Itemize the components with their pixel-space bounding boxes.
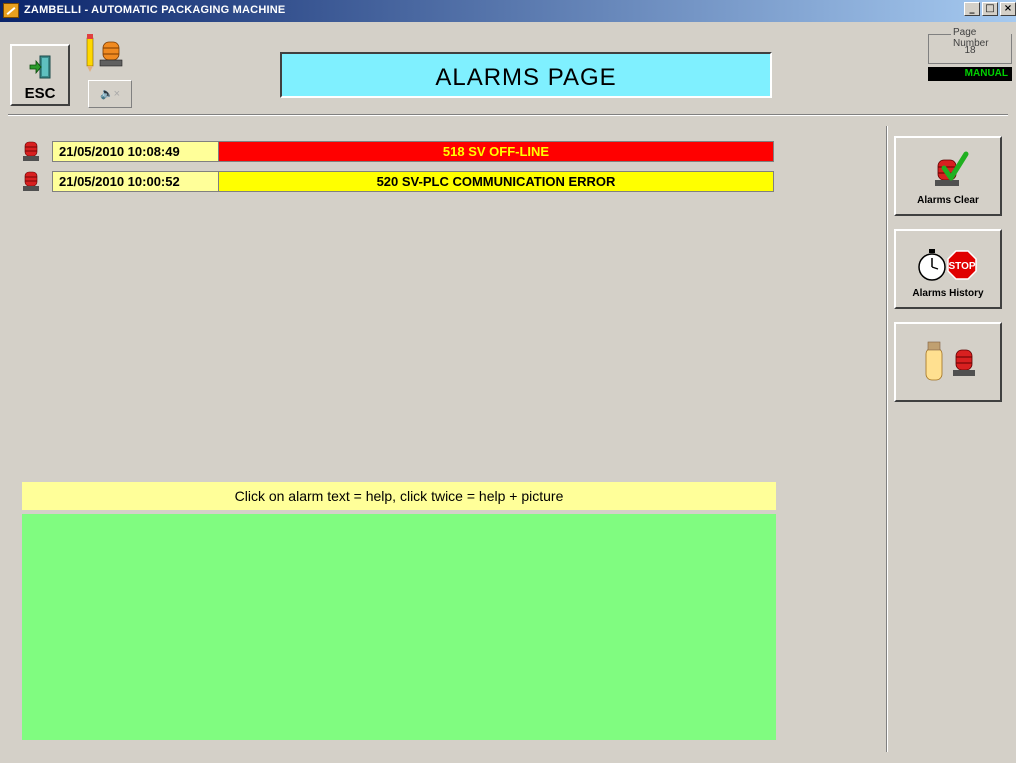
stopwatch-stop-icon: STOP <box>918 249 977 281</box>
page-title-panel: ALARMS PAGE <box>280 52 772 98</box>
sidebar-divider <box>886 126 888 752</box>
header-divider <box>8 114 1008 116</box>
beacon-check-icon <box>935 151 969 186</box>
window-controls: _ □ × <box>964 2 1016 16</box>
help-instructions: Click on alarm text = help, click twice … <box>22 482 776 510</box>
stop-sign-text: STOP <box>948 261 975 272</box>
minimize-button[interactable]: _ <box>964 2 980 16</box>
maximize-button[interactable]: □ <box>982 2 998 16</box>
speaker-mute-icon: 🔈× <box>99 88 121 100</box>
alarm-row[interactable]: 21/05/2010 10:00:52 520 SV-PLC COMMUNICA… <box>22 170 776 192</box>
alarm-text[interactable]: 518 SV OFF-LINE <box>218 141 774 162</box>
mute-alarm-button[interactable]: 🔈× <box>88 80 132 108</box>
window-title: ZAMBELLI - AUTOMATIC PACKAGING MACHINE <box>24 4 286 16</box>
alarms-history-label: Alarms History <box>912 288 984 299</box>
exit-door-icon <box>29 55 51 79</box>
alarm-row[interactable]: 21/05/2010 10:08:49 518 SV OFF-LINE <box>22 140 776 162</box>
alarms-history-button[interactable]: STOP Alarms History <box>894 229 1002 309</box>
operator-alarm-button[interactable] <box>894 322 1002 402</box>
mode-badge: MANUAL <box>928 67 1012 81</box>
alarms-clear-label: Alarms Clear <box>917 195 979 206</box>
page-number-value: 18 <box>964 45 976 56</box>
page-title: ALARMS PAGE <box>435 64 617 91</box>
alarms-clear-button[interactable]: Alarms Clear <box>894 136 1002 216</box>
operator-beacon-icon <box>925 341 975 381</box>
title-bar: ZAMBELLI - AUTOMATIC PACKAGING MACHINE _… <box>0 0 1016 22</box>
page-number-box: Page Number 18 <box>928 27 1012 64</box>
orange-beacon-icon <box>99 41 123 67</box>
esc-label: ESC <box>24 85 56 102</box>
help-panel[interactable] <box>22 514 776 740</box>
alarm-timestamp: 21/05/2010 10:00:52 <box>52 171 236 192</box>
close-button[interactable]: × <box>1000 2 1016 16</box>
pencil-icon <box>86 34 94 72</box>
alarm-timestamp: 21/05/2010 10:08:49 <box>52 141 236 162</box>
red-beacon-icon <box>23 141 39 161</box>
alarm-text[interactable]: 520 SV-PLC COMMUNICATION ERROR <box>218 171 774 192</box>
app-logo-icon <box>3 3 19 18</box>
red-beacon-icon <box>23 171 39 191</box>
esc-button[interactable]: ESC <box>10 44 70 106</box>
